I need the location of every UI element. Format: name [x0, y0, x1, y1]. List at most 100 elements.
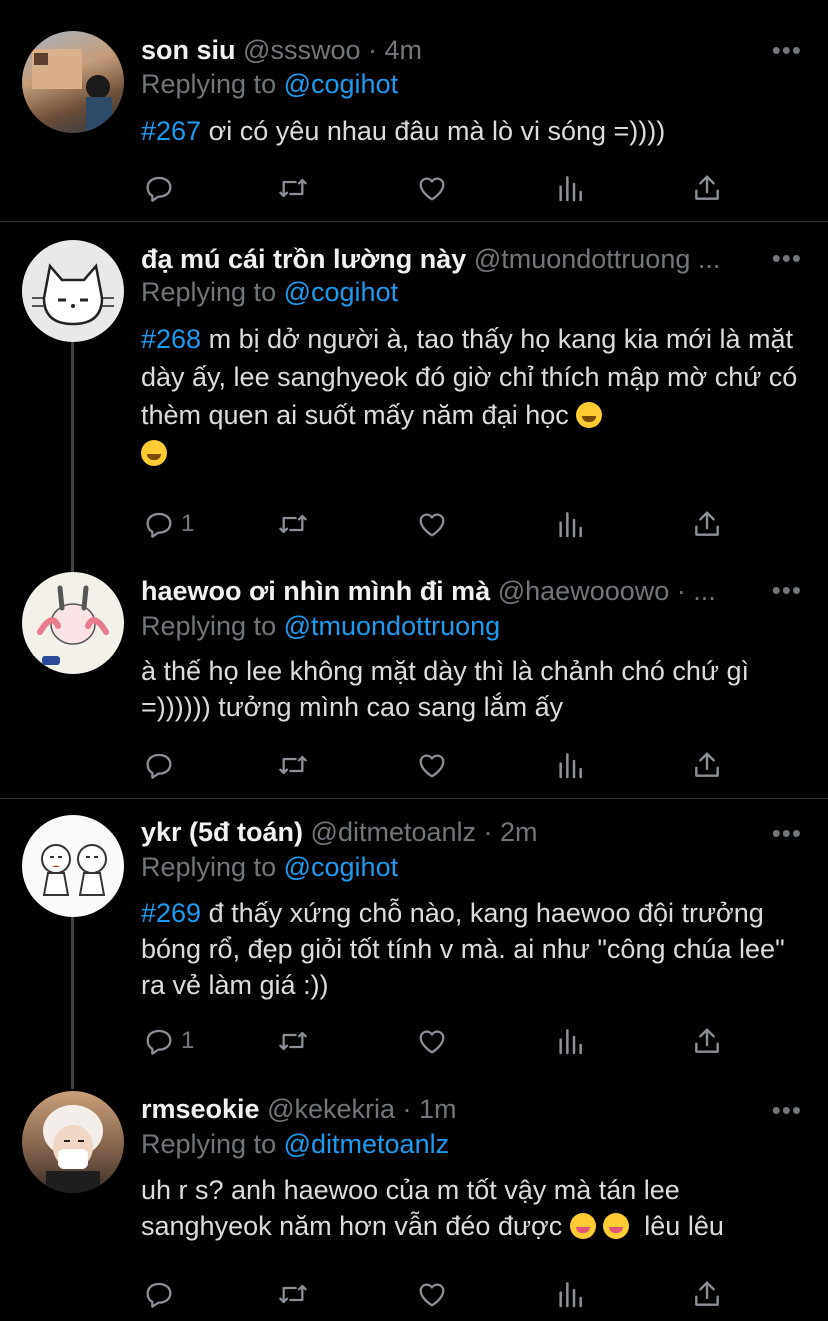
action-bar: 1: [141, 1023, 741, 1059]
retweet-button[interactable]: [277, 1023, 309, 1059]
hashtag-link[interactable]: #267: [141, 116, 201, 146]
display-name[interactable]: rmseokie: [141, 1094, 260, 1124]
views-icon: [554, 508, 586, 540]
replying-to-link[interactable]: @cogihot: [284, 852, 398, 882]
avatar[interactable]: [22, 1091, 124, 1193]
retweet-button[interactable]: [277, 747, 309, 783]
tweet[interactable]: rmseokie @kekekria · 1m ••• Replying to …: [0, 1074, 828, 1321]
replying-label: Replying to: [141, 852, 277, 882]
retweet-icon: [277, 172, 309, 204]
display-name[interactable]: haewoo ơi nhìn mình đi mà: [141, 576, 490, 606]
action-bar: [141, 170, 741, 206]
share-icon: [691, 508, 723, 540]
tweet-body: à thế họ lee không mặt dày thì là chảnh …: [141, 656, 749, 722]
like-button[interactable]: [416, 170, 448, 206]
share-button[interactable]: [691, 506, 723, 542]
share-button[interactable]: [691, 1276, 723, 1312]
tweet[interactable]: haewoo ơi nhìn mình đi mà @haewooowo · .…: [0, 558, 828, 798]
like-icon: [416, 508, 448, 540]
tweet[interactable]: đạ mú cái trồn lường này @tmuondottruong…: [0, 222, 828, 558]
retweet-button[interactable]: [277, 506, 309, 542]
retweet-button[interactable]: [277, 1276, 309, 1312]
views-icon: [554, 749, 586, 781]
tweet-body-end: lêu lêu: [644, 1211, 724, 1241]
display-name[interactable]: son siu: [141, 35, 236, 65]
views-button[interactable]: [554, 747, 586, 783]
avatar[interactable]: [22, 815, 124, 917]
reply-icon: [143, 749, 175, 781]
avatar[interactable]: [22, 572, 124, 674]
views-icon: [554, 172, 586, 204]
handle-timestamp[interactable]: @ssswoo · 4m: [243, 35, 422, 65]
replying-to-link[interactable]: @tmuondottruong: [284, 611, 501, 641]
tweet[interactable]: ykr (5đ toán) @ditmetoanlz · 2m ••• Repl…: [0, 799, 828, 1074]
avatar[interactable]: [22, 31, 124, 133]
reply-icon: [143, 508, 175, 540]
like-icon: [416, 1278, 448, 1310]
like-button[interactable]: [416, 747, 448, 783]
reply-count: 1: [181, 510, 195, 537]
share-button[interactable]: [691, 1023, 723, 1059]
display-name[interactable]: ykr (5đ toán): [141, 817, 303, 847]
reply-button[interactable]: 1: [143, 1023, 194, 1059]
retweet-button[interactable]: [277, 170, 309, 206]
hashtag-link[interactable]: #269: [141, 898, 201, 928]
more-icon[interactable]: •••: [772, 577, 802, 603]
share-icon: [691, 1278, 723, 1310]
more-icon[interactable]: •••: [772, 37, 802, 63]
share-icon: [691, 749, 723, 781]
like-button[interactable]: [416, 506, 448, 542]
reply-icon: [143, 1025, 175, 1057]
tweet-text: #267 ơi có yêu nhau đâu mà lò vi sóng =)…: [141, 113, 801, 149]
action-bar: [141, 1276, 741, 1312]
replying-to-link[interactable]: @cogihot: [284, 69, 398, 99]
retweet-icon: [277, 749, 309, 781]
like-button[interactable]: [416, 1276, 448, 1312]
avatar[interactable]: [22, 240, 124, 342]
replying-label: Replying to: [141, 1129, 277, 1159]
like-button[interactable]: [416, 1023, 448, 1059]
reply-button[interactable]: [143, 747, 181, 783]
replying-to-link[interactable]: @ditmetoanlz: [284, 1129, 449, 1159]
share-icon: [691, 1025, 723, 1057]
replying-label: Replying to: [141, 277, 277, 307]
handle-timestamp[interactable]: @haewooowo · ...: [498, 576, 716, 606]
share-button[interactable]: [691, 747, 723, 783]
more-icon[interactable]: •••: [772, 1097, 802, 1123]
display-name[interactable]: đạ mú cái trồn lường này: [141, 244, 466, 274]
more-icon[interactable]: •••: [772, 245, 802, 271]
action-bar: 1: [141, 506, 741, 542]
views-button[interactable]: [554, 506, 586, 542]
tweet[interactable]: son siu @ssswoo · 4m ••• Replying to @co…: [0, 0, 828, 222]
replying-to-link[interactable]: @cogihot: [284, 277, 398, 307]
action-bar: [141, 747, 741, 783]
tweet-body: đ thấy xứng chỗ nào, kang haewoo đội trư…: [141, 898, 785, 1000]
tweet-body: ơi có yêu nhau đâu mà lò vi sóng =)))): [201, 116, 666, 146]
handle-timestamp[interactable]: @ditmetoanlz · 2m: [311, 817, 538, 847]
handle-timestamp[interactable]: @tmuondottruong ...: [474, 244, 721, 274]
reply-button[interactable]: 1: [143, 506, 194, 542]
reply-count: 1: [181, 1027, 195, 1054]
share-button[interactable]: [691, 170, 723, 206]
share-icon: [691, 172, 723, 204]
retweet-icon: [277, 1278, 309, 1310]
more-icon[interactable]: •••: [772, 820, 802, 846]
views-button[interactable]: [554, 170, 586, 206]
views-icon: [554, 1278, 586, 1310]
reply-button[interactable]: [143, 170, 181, 206]
views-icon: [554, 1025, 586, 1057]
like-icon: [416, 749, 448, 781]
retweet-icon: [277, 508, 309, 540]
reply-icon: [143, 1278, 175, 1310]
handle-timestamp[interactable]: @kekekria · 1m: [267, 1094, 456, 1124]
views-button[interactable]: [554, 1023, 586, 1059]
laughing-emoji: [576, 402, 603, 428]
reply-icon: [143, 172, 175, 204]
tweet-body: m bị dở người à, tao thấy họ kang kia mớ…: [141, 324, 798, 430]
zany-face-emoji: [569, 1213, 596, 1239]
views-button[interactable]: [554, 1276, 586, 1312]
replying-label: Replying to: [141, 69, 277, 99]
hashtag-link[interactable]: #268: [141, 324, 201, 354]
reply-button[interactable]: [143, 1276, 181, 1312]
laughing-emoji: [141, 440, 167, 466]
